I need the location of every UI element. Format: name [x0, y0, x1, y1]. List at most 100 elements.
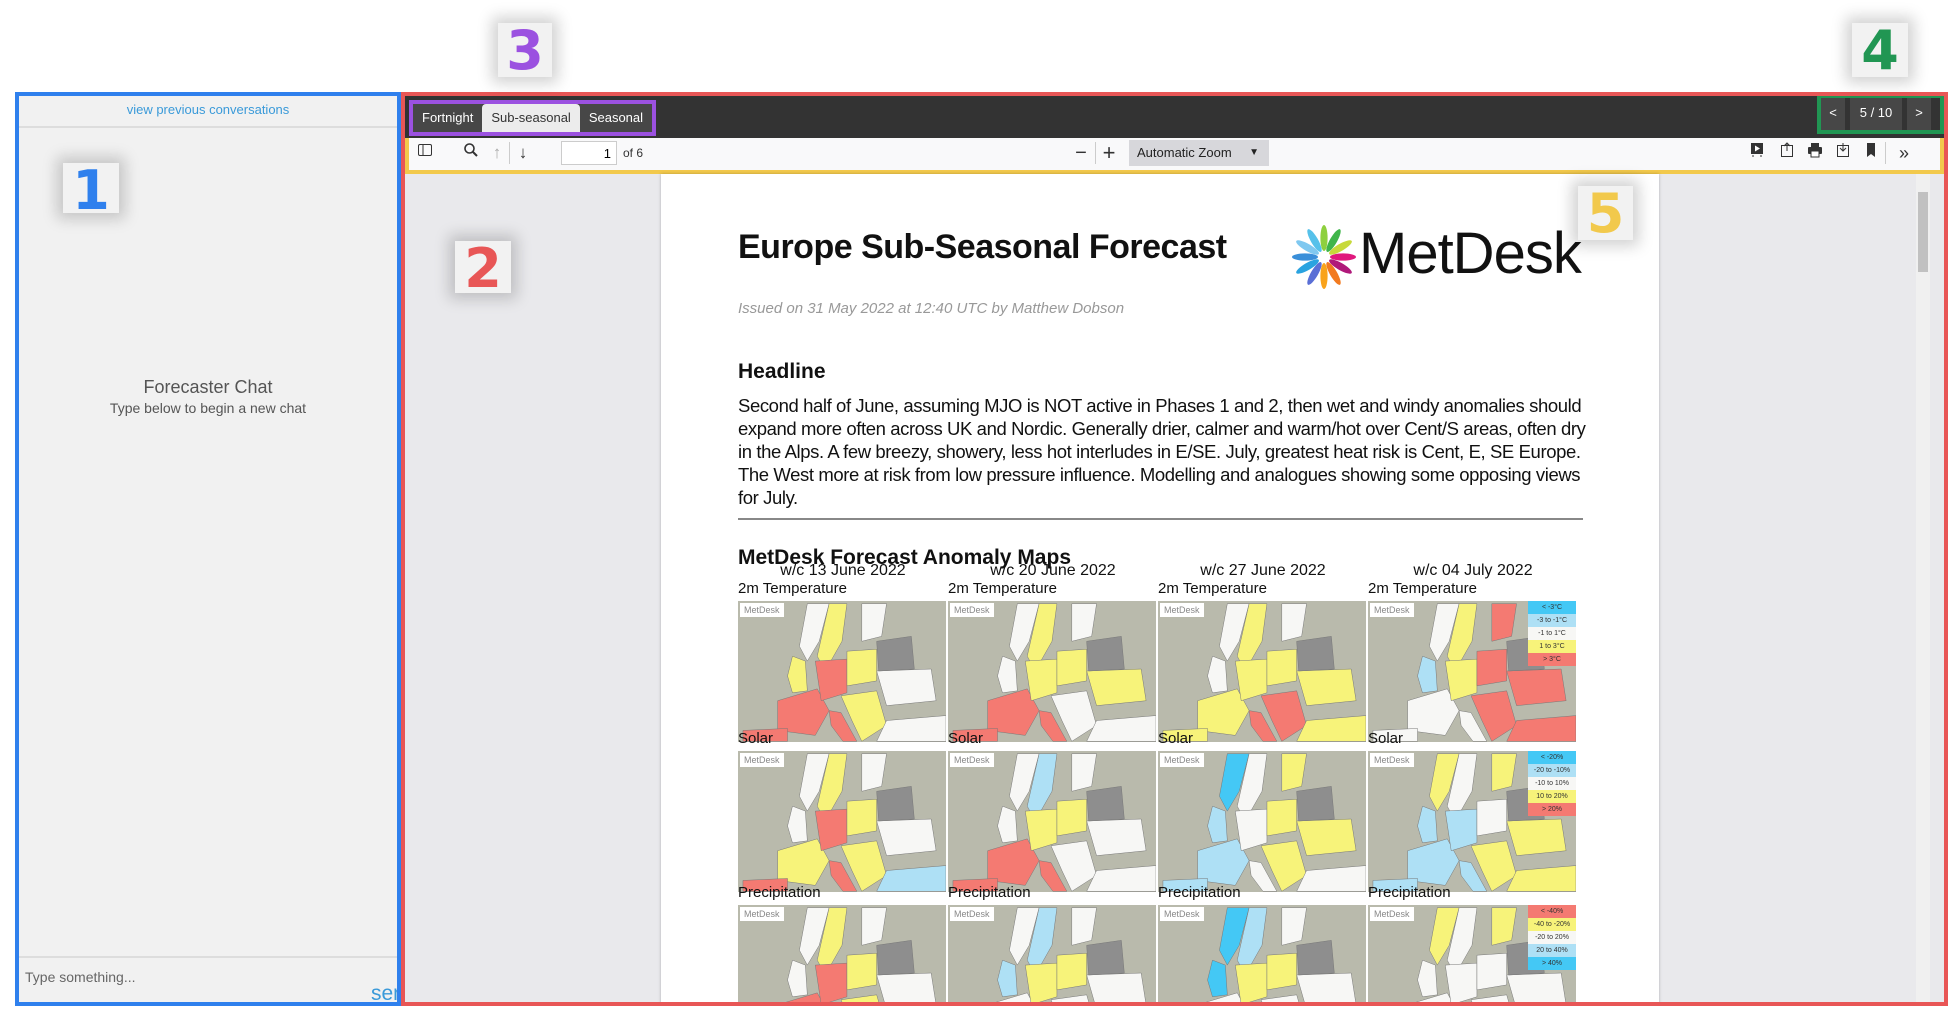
map-region: [861, 753, 887, 792]
map-region: [1476, 648, 1507, 687]
legend-entry: -40 to -20%: [1528, 918, 1576, 931]
map-region: [1086, 940, 1125, 976]
open-file-icon[interactable]: [1777, 142, 1797, 164]
view-previous-conversations-link[interactable]: view previous conversations: [19, 102, 397, 117]
map-region: [846, 798, 877, 837]
next-report-button[interactable]: >: [1907, 98, 1931, 130]
map-region: [876, 818, 937, 856]
legend-entry: > 3°C: [1528, 653, 1576, 666]
map-watermark: MetDesk: [740, 603, 784, 617]
map-variable-label: Solar: [1158, 730, 1194, 747]
arrow-down-icon[interactable]: ↓: [513, 142, 533, 164]
zoom-out-icon[interactable]: −: [1071, 142, 1091, 164]
anomaly-map: MetDesk: [1158, 601, 1366, 742]
map-variable-label: Solar: [1368, 730, 1404, 747]
anomaly-map: MetDesk: [948, 751, 1156, 892]
map-legend: < -3°C -3 to -1°C -1 to 1°C 1 to 3°C > 3°C: [1528, 601, 1576, 666]
chat-message-input[interactable]: [25, 964, 365, 990]
page-total: of 6: [623, 146, 644, 160]
map-region: [876, 940, 915, 976]
map-region: [1506, 818, 1567, 856]
tab-seasonal[interactable]: Seasonal: [579, 104, 653, 132]
map-region: [1417, 655, 1438, 694]
map-region: [1086, 715, 1156, 742]
annotation-label: 3: [506, 19, 544, 82]
map-region: [997, 655, 1018, 694]
scrollbar[interactable]: [1916, 174, 1930, 1002]
map-variable-label: Precipitation: [738, 884, 821, 901]
map-region: [846, 648, 877, 687]
annotation-badge-2: 2: [455, 241, 511, 297]
map-region: [876, 715, 946, 742]
week-label: w/c 27 June 2022: [1200, 562, 1326, 579]
tab-bar: Fortnight Sub-seasonal Seasonal < 5 / 10…: [405, 96, 1944, 138]
map-region: [1086, 818, 1147, 856]
anomaly-map: MetDesk: [948, 601, 1156, 742]
map-watermark: MetDesk: [950, 753, 994, 767]
map-region: [876, 972, 936, 1002]
map-region: [1506, 972, 1566, 1002]
map-region: [1086, 636, 1125, 672]
legend-entry: -20 to -10%: [1528, 764, 1576, 777]
metdesk-logo-icon: [1292, 225, 1356, 289]
map-region: [1266, 798, 1297, 837]
map-region: [1491, 907, 1517, 946]
map-region: [876, 636, 915, 672]
chat-subtitle: Type below to begin a new chat: [109, 400, 307, 416]
legend-entry: 20 to 40%: [1528, 944, 1576, 957]
issued-info: Issued on 31 May 2022 at 12:40 UTC by Ma…: [738, 300, 1125, 317]
scrollbar-thumb[interactable]: [1918, 192, 1928, 272]
map-region: [1296, 636, 1335, 672]
arrow-up-icon[interactable]: ↑: [487, 142, 507, 164]
print-icon[interactable]: [1805, 142, 1825, 164]
presentation-icon[interactable]: [1747, 142, 1767, 164]
previous-report-button[interactable]: <: [1821, 98, 1845, 130]
map-legend: < -40% -40 to -20% -20 to 20% 20 to 40% > 40…: [1528, 905, 1576, 970]
download-icon[interactable]: [1833, 142, 1853, 164]
map-region: [846, 952, 877, 991]
map-region: [1056, 798, 1087, 837]
map-region: [1056, 952, 1087, 991]
zoom-select[interactable]: Automatic Zoom ▼: [1129, 140, 1269, 166]
legend-entry: > 40%: [1528, 957, 1576, 970]
tab-sub-seasonal[interactable]: Sub-seasonal: [482, 104, 580, 132]
legend-entry: > 20%: [1528, 803, 1576, 816]
page-number-input[interactable]: [561, 141, 617, 165]
send-button[interactable]: send: [371, 982, 397, 1006]
map-region: [1470, 994, 1509, 1002]
sidebar-toggle-icon[interactable]: [415, 142, 435, 164]
map-region: [1281, 603, 1307, 642]
map-region: [1476, 952, 1507, 991]
zoom-in-icon[interactable]: +: [1099, 142, 1119, 164]
map-region: [1281, 753, 1307, 792]
chat-panel: view previous conversations Forecaster C…: [15, 92, 401, 1006]
map-region: [1296, 668, 1357, 706]
bookmark-icon[interactable]: [1861, 142, 1881, 164]
map-region: [1086, 972, 1146, 1002]
map-region: [1050, 994, 1089, 1002]
search-icon[interactable]: [461, 142, 481, 164]
map-region: [787, 959, 808, 998]
tab-fortnight[interactable]: Fortnight: [413, 104, 483, 132]
map-watermark: MetDesk: [950, 907, 994, 921]
map-legend: < -20% -20 to -10% -10 to 10% 10 to 20% > 20…: [1528, 751, 1576, 816]
map-region: [1071, 907, 1097, 946]
map-region: [787, 655, 808, 694]
map-region: [1056, 648, 1087, 687]
map-region: [1207, 959, 1228, 998]
map-region: [876, 786, 915, 822]
anomaly-map: MetDesk: [948, 905, 1156, 1002]
more-tools-icon[interactable]: »: [1893, 142, 1915, 164]
map-region: [997, 805, 1018, 844]
legend-entry: 10 to 20%: [1528, 790, 1576, 803]
legend-entry: -10 to 10%: [1528, 777, 1576, 790]
week-label: w/c 20 June 2022: [990, 562, 1116, 579]
annotation-label: 4: [1861, 19, 1899, 82]
chat-title: Forecaster Chat: [143, 377, 273, 397]
map-region: [1086, 865, 1156, 892]
annotation-badge-3: 3: [498, 23, 552, 79]
chevron-down-icon: ▼: [1249, 147, 1259, 158]
map-variable-label: Precipitation: [948, 884, 1031, 901]
metdesk-logo: MetDesk: [1289, 221, 1589, 290]
map-region: [1296, 940, 1335, 976]
